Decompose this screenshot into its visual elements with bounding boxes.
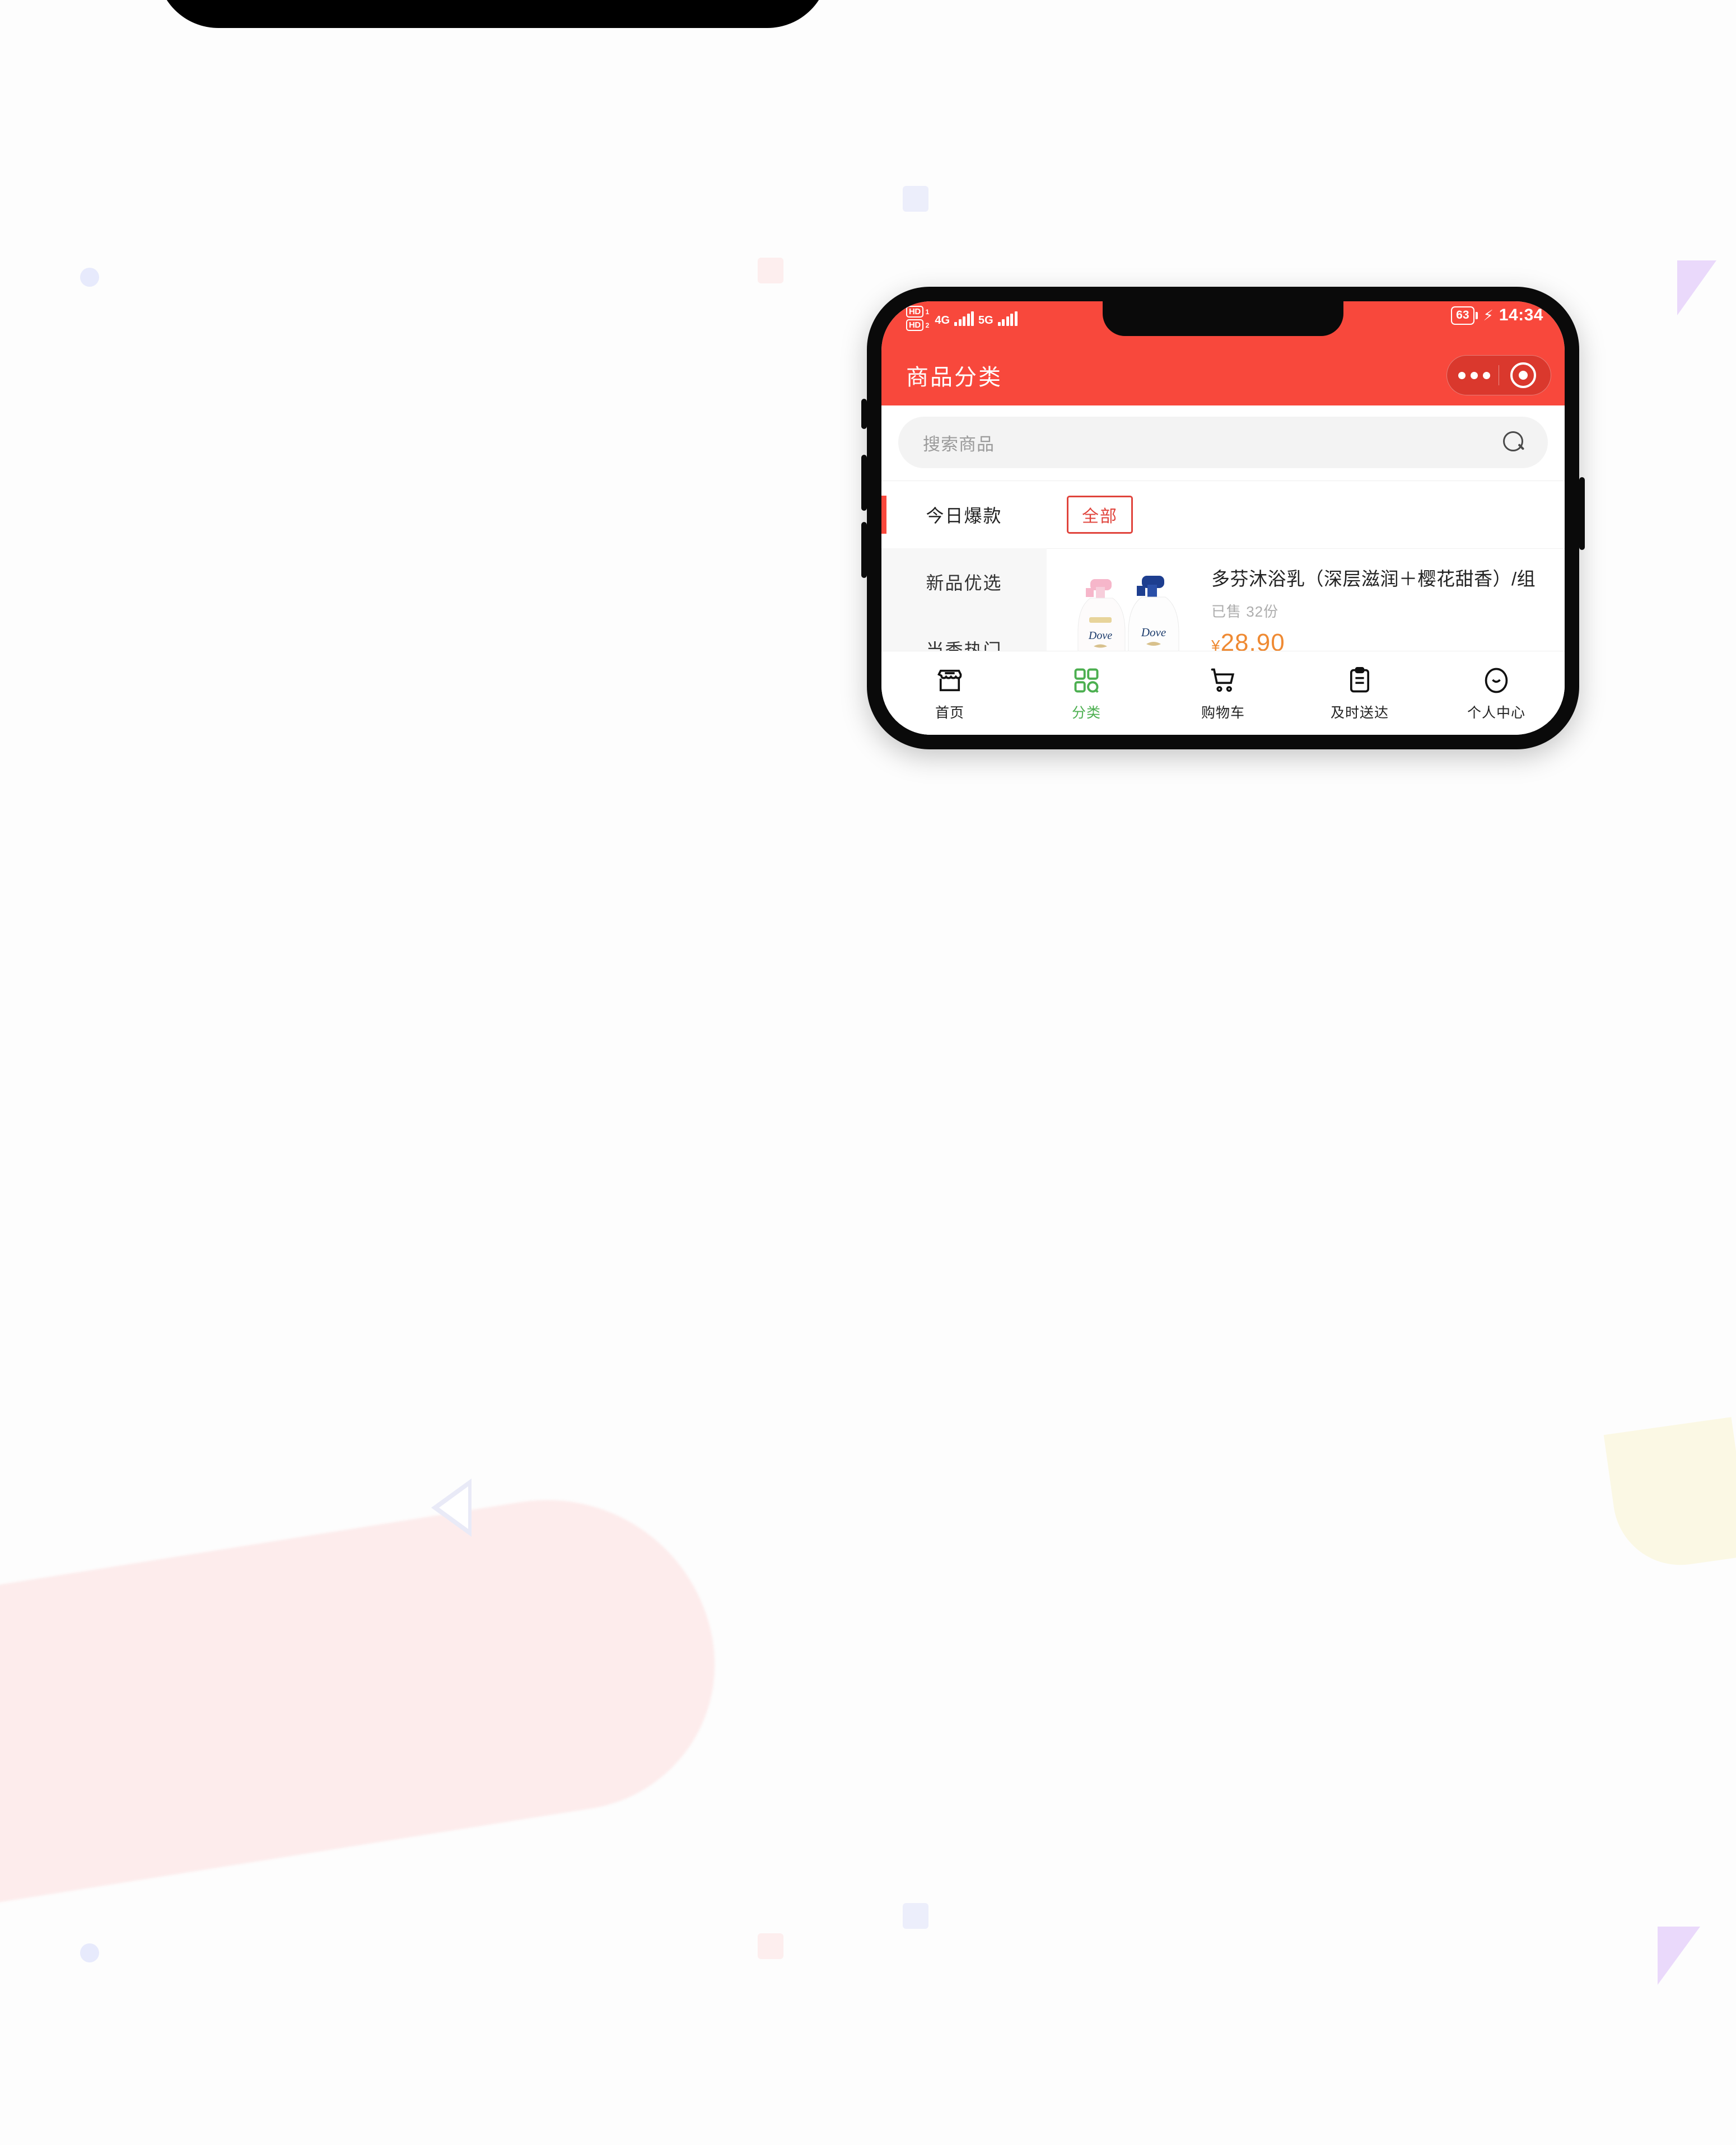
- decor-triangle-purple-top: [1677, 260, 1716, 315]
- svg-text:Dove: Dove: [1088, 629, 1112, 642]
- network-indicators: 4G 5G: [935, 311, 1018, 327]
- app-navbar: 商品分类: [881, 345, 1565, 405]
- hd-indicators: HD 1 HD 2: [906, 306, 929, 331]
- miniprogram-capsule: [1446, 355, 1551, 395]
- tab-label: 分类: [1071, 705, 1101, 721]
- signal-bars-icon-2: [997, 311, 1018, 326]
- charging-bolt-icon: ⚡: [1483, 307, 1494, 324]
- sidebar-item-label: 新品优选: [926, 573, 1002, 593]
- product-title: 多芬沐浴乳（深层滋润＋樱花甜香）/组: [1211, 568, 1536, 589]
- store-icon: [935, 665, 964, 696]
- signal-bars-icon-1: [954, 311, 974, 326]
- decor-triangle-outline: [431, 1479, 472, 1537]
- decor-square-blue-2: [903, 1903, 928, 1929]
- decor-dot-blue: [80, 268, 99, 287]
- user-profile-icon: [1482, 665, 1511, 696]
- clipboard-delivery-icon: [1345, 665, 1374, 696]
- product-sold-count: 已售 32份: [1211, 603, 1279, 620]
- decor-triangle-purple-bottom: [1658, 1927, 1700, 1985]
- more-dots-icon[interactable]: [1450, 371, 1499, 379]
- tab-首页[interactable]: 首页: [881, 665, 1018, 722]
- decor-dot-blue-2: [80, 1943, 99, 1962]
- battery-level: 63: [1451, 306, 1474, 325]
- sidebar-item-1[interactable]: 新品优选: [881, 548, 1047, 615]
- decor-square-pink: [758, 258, 783, 283]
- search-placeholder: 搜索商品: [923, 434, 995, 454]
- miniprogram-close-icon[interactable]: [1499, 362, 1547, 388]
- hd2-icon: HD: [906, 319, 923, 331]
- tab-label: 及时送达: [1330, 705, 1389, 721]
- search-input[interactable]: 搜索商品: [898, 417, 1548, 468]
- status-bar: HD 1 HD 2 4G 5G 63 ⚡ 14:34: [881, 301, 1565, 345]
- decor-phone-partial-top: [157, 0, 829, 28]
- decor-yellow-shape: [1603, 1417, 1736, 1574]
- tab-label: 首页: [935, 705, 964, 721]
- filter-chip-all[interactable]: 全部: [1067, 496, 1133, 534]
- network-type-5g: 5G: [978, 314, 993, 327]
- decor-square-pink-2: [758, 1933, 783, 1959]
- phone-button-volume-down[interactable]: [861, 522, 867, 578]
- tab-label: 购物车: [1201, 705, 1245, 721]
- search-section: 搜索商品: [881, 405, 1565, 481]
- sidebar-item-0[interactable]: 今日爆款: [881, 481, 1047, 548]
- tab-及时送达[interactable]: 及时送达: [1291, 665, 1428, 722]
- search-icon[interactable]: [1503, 431, 1525, 454]
- decor-square-blue: [903, 186, 928, 212]
- decor-pink-blob: [0, 1476, 736, 1929]
- bottom-tabbar[interactable]: 首页 分类 购物车 及时送达 个人中心: [881, 651, 1565, 735]
- product-meta: 已售 32份: [1211, 600, 1544, 621]
- status-bar-right: 63 ⚡ 14:34: [1451, 306, 1543, 325]
- phone-notch: [1103, 301, 1343, 336]
- phone-device: HD 1 HD 2 4G 5G 63 ⚡ 14:34 商品分类 搜索商品 今日爆…: [861, 287, 1585, 749]
- battery-cap-icon: [1475, 311, 1478, 319]
- tab-个人中心[interactable]: 个人中心: [1428, 665, 1565, 722]
- tab-label: 个人中心: [1467, 705, 1525, 721]
- hd1-icon: HD: [906, 306, 923, 318]
- hd2-sub-label: 2: [925, 321, 930, 329]
- page-title: 商品分类: [906, 365, 1002, 390]
- page-root: HD 1 HD 2 4G 5G 63 ⚡ 14:34 商品分类 搜索商品 今日爆…: [0, 0, 1736, 2145]
- network-type-4g: 4G: [935, 314, 950, 327]
- svg-text:Dove: Dove: [1141, 626, 1166, 639]
- grid-category-icon: [1072, 665, 1101, 696]
- phone-button-power[interactable]: [1579, 477, 1585, 550]
- tab-购物车[interactable]: 购物车: [1155, 665, 1291, 722]
- hd1-sub-label: 1: [925, 307, 930, 316]
- sidebar-item-label: 今日爆款: [926, 506, 1002, 526]
- phone-button-volume-up[interactable]: [861, 455, 867, 511]
- phone-button-mute[interactable]: [861, 399, 867, 429]
- status-bar-clock: 14:34: [1499, 306, 1543, 324]
- phone-screen: HD 1 HD 2 4G 5G 63 ⚡ 14:34 商品分类 搜索商品 今日爆…: [881, 301, 1565, 735]
- status-bar-left: HD 1 HD 2 4G 5G: [906, 306, 1018, 331]
- tab-分类[interactable]: 分类: [1018, 665, 1155, 722]
- filter-row: 全部: [1047, 481, 1565, 548]
- shopping-cart-icon: [1208, 665, 1238, 696]
